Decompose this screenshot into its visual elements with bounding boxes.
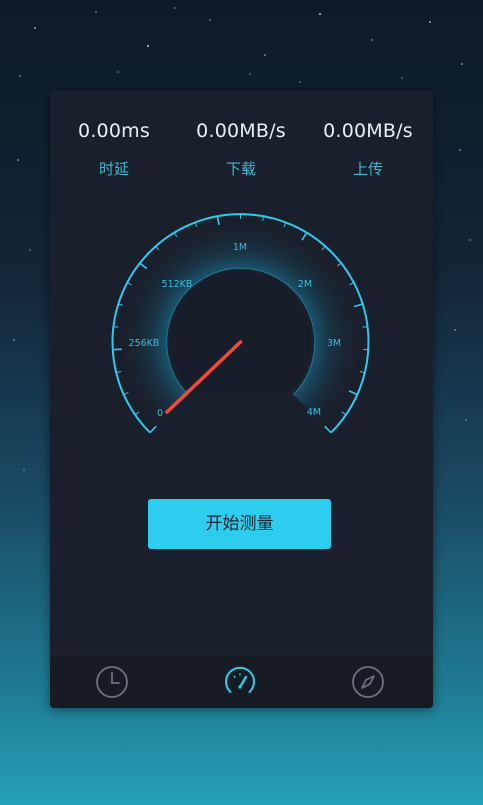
tick-label-512kb: 512KB — [162, 279, 193, 290]
tick-label-1m: 1M — [233, 242, 247, 253]
compass-icon[interactable] — [350, 664, 386, 700]
speedtest-card: 0.00ms 时延 0.00MB/s 下载 0.00MB/s 上传 0 256K… — [50, 90, 433, 708]
gauge-tick — [123, 392, 129, 395]
gauge-tick — [155, 245, 160, 251]
clock-icon[interactable] — [94, 664, 130, 700]
gauge-tick — [348, 390, 358, 396]
tick-label-3m: 3M — [327, 338, 341, 349]
gauge-tick — [359, 370, 365, 374]
tick-label-0: 0 — [157, 408, 163, 419]
gauge-tick — [301, 232, 308, 241]
gauge-tick — [341, 411, 347, 416]
gauge-tick — [118, 303, 124, 306]
gauge-tick — [139, 262, 148, 270]
tick-label-256kb: 256KB — [129, 338, 160, 349]
gauge-tick — [149, 425, 157, 434]
start-measure-button[interactable]: 开始测量 — [148, 499, 331, 549]
upload-label: 上传 — [352, 160, 383, 178]
latency-label: 时延 — [98, 160, 129, 178]
tick-label-4m: 4M — [307, 407, 321, 418]
gauge-tick — [116, 370, 122, 374]
gauge-tick — [216, 215, 220, 226]
gauge-tick — [362, 326, 368, 328]
gauge-tick — [349, 282, 355, 286]
gauge-tick — [173, 232, 178, 237]
bottom-tab-bar — [50, 654, 433, 708]
gauge-inner-dial — [171, 272, 312, 392]
upload-value: 0.00MB/s — [323, 120, 413, 142]
gauge-tick — [126, 282, 132, 286]
gauge-tick — [112, 348, 122, 351]
tick-label-2m: 2M — [298, 279, 312, 290]
download-label: 下载 — [225, 160, 256, 178]
download-value: 0.00MB/s — [196, 120, 286, 142]
gauge-tick — [324, 425, 332, 434]
gauge-tick — [321, 245, 326, 251]
gauge-tick — [337, 262, 342, 267]
speed-gauge: 0 256KB 512KB 1M 2M 3M 4M — [111, 213, 370, 434]
gauge-tick — [134, 411, 140, 416]
gauge-tick — [353, 303, 363, 308]
download-stat: 0.00MB/s 下载 — [177, 120, 305, 179]
speedometer-icon[interactable] — [222, 664, 258, 700]
upload-stat: 0.00MB/s 上传 — [304, 120, 432, 179]
latency-stat: 0.00ms 时延 — [50, 120, 178, 179]
latency-value: 0.00ms — [78, 120, 150, 142]
gauge-tick — [113, 326, 119, 328]
